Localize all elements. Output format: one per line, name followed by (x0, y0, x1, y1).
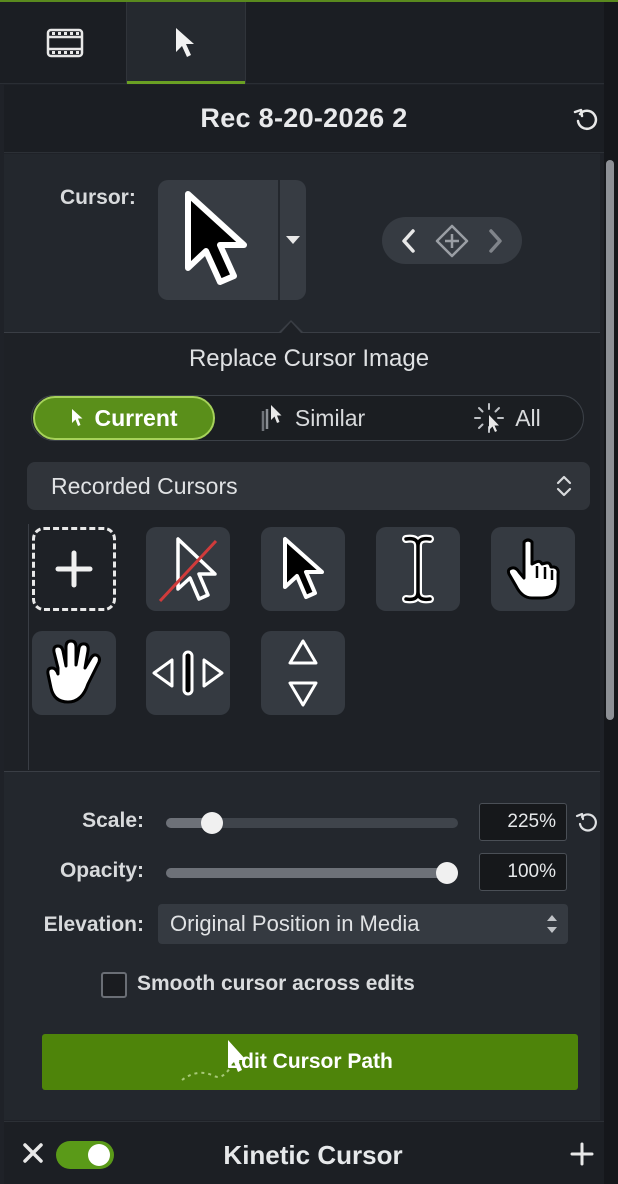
open-hand-cursor-icon (46, 639, 101, 704)
film-strip-icon (46, 28, 84, 58)
cursor-filter-segmented-control: Current Similar All (31, 395, 584, 441)
cursor-preview[interactable] (158, 180, 278, 300)
elevation-value: Original Position in Media (170, 911, 420, 936)
media-title: Rec 8-20-2026 2 (200, 103, 408, 133)
cursor-option-resize-vertical[interactable] (261, 631, 345, 715)
replace-cursor-title: Replace Cursor Image (188, 345, 430, 372)
media-title-bar: Rec 8-20-2026 2 (4, 85, 604, 153)
resize-horizontal-cursor-icon (152, 650, 224, 696)
cursor-option-ibeam[interactable] (376, 527, 460, 611)
opacity-slider[interactable] (166, 862, 458, 884)
plus-icon (55, 550, 93, 588)
opacity-slider-thumb[interactable] (436, 862, 458, 884)
chevron-left-icon[interactable] (400, 228, 418, 254)
segment-current[interactable]: Current (33, 396, 215, 440)
pointing-hand-cursor-icon (506, 538, 560, 600)
arrow-cursor-icon (283, 537, 324, 599)
segment-similar-label: Similar (294, 404, 366, 431)
cursor-option-resize-horizontal[interactable] (146, 631, 230, 715)
cursor-dropdown-button[interactable] (280, 180, 306, 300)
add-icon[interactable] (570, 1142, 594, 1166)
kinetic-cursor-footer: Kinetic Cursor (4, 1121, 604, 1184)
segment-current-label: Current (94, 404, 178, 431)
cursor-source-select[interactable]: Recorded Cursors (27, 462, 590, 510)
opacity-slider-fill (166, 868, 447, 878)
cursor-path-icon (181, 1040, 246, 1081)
cursor-image-grid (28, 524, 596, 770)
kinetic-cursor-title: Kinetic Cursor (223, 1140, 403, 1170)
reset-icon[interactable] (572, 105, 600, 133)
edit-cursor-path-button[interactable]: Edit Cursor Path (42, 1034, 578, 1090)
add-keyframe-icon[interactable] (434, 223, 470, 259)
segment-all[interactable]: All (452, 397, 562, 439)
tab-cursor[interactable] (126, 2, 246, 84)
elevation-label: Elevation: (43, 913, 144, 936)
opacity-value-field[interactable]: 100% (479, 853, 567, 891)
resize-vertical-cursor-icon (288, 639, 318, 707)
tab-media[interactable] (5, 2, 125, 84)
add-cursor-button[interactable] (32, 527, 116, 611)
segment-all-label: All (515, 404, 541, 431)
keyframe-nav (382, 217, 522, 264)
panel-scrollbar[interactable] (606, 160, 614, 720)
segment-similar[interactable]: Similar (242, 397, 382, 439)
cursor-arrow-icon (176, 28, 194, 57)
cursor-option-open-hand[interactable] (32, 631, 116, 715)
scale-label: Scale: (82, 809, 144, 832)
cursor-option-hidden[interactable] (146, 527, 230, 611)
all-cursors-icon (474, 403, 505, 433)
caret-down-icon (286, 236, 300, 244)
scale-slider[interactable] (166, 812, 458, 834)
cursor-option-pointing-hand[interactable] (491, 527, 575, 611)
opacity-label: Opacity: (59, 859, 144, 882)
scale-slider-thumb[interactable] (201, 812, 224, 834)
cursor-option-arrow[interactable] (261, 527, 345, 611)
cursor-source-value: Recorded Cursors (51, 472, 238, 499)
properties-tab-bar (0, 2, 618, 84)
smooth-cursor-label: Smooth cursor across edits (137, 972, 415, 995)
hidden-cursor-icon (158, 537, 218, 603)
scale-value-field[interactable]: 225% (479, 803, 567, 841)
up-down-chevron-icon (556, 475, 572, 497)
up-down-triangle-icon (547, 915, 557, 933)
popup-notch-inner (281, 322, 301, 333)
chevron-right-icon[interactable] (486, 228, 504, 254)
elevation-select[interactable]: Original Position in Media (158, 904, 568, 944)
cursor-arrow-icon (72, 409, 83, 426)
reset-icon[interactable] (575, 810, 599, 834)
smooth-cursor-checkbox[interactable] (101, 972, 127, 998)
similar-cursors-icon (261, 405, 282, 431)
cursor-label: Cursor: (60, 186, 136, 209)
arrow-cursor-icon (185, 191, 247, 285)
i-beam-cursor-icon (402, 534, 434, 604)
